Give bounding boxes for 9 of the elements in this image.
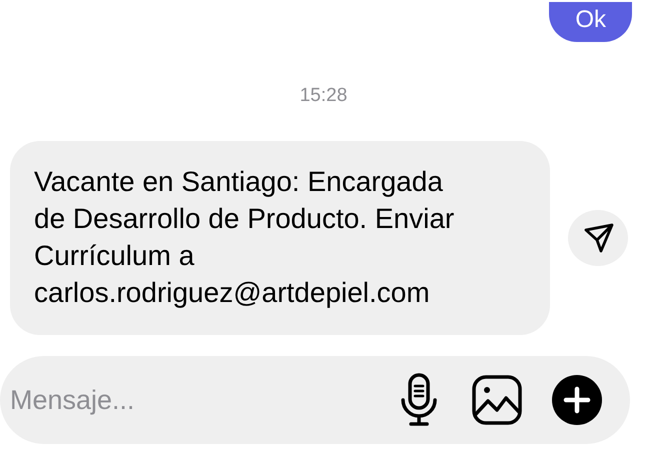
outgoing-message-bubble: Ok: [549, 2, 632, 42]
image-icon[interactable]: [472, 375, 522, 425]
message-input[interactable]: Mensaje...: [10, 380, 400, 420]
message-composer[interactable]: Mensaje...: [0, 356, 630, 444]
microphone-icon[interactable]: [400, 373, 438, 427]
add-icon[interactable]: [552, 375, 602, 425]
incoming-message-bubble: Vacante en Santiago: Encargada de Desarrollo de Producto. Enviar Currículum a carlos.rodriguez@artdepiel.com: [10, 141, 550, 335]
share-button[interactable]: [568, 210, 628, 266]
message-timestamp: 15:28: [300, 84, 348, 108]
